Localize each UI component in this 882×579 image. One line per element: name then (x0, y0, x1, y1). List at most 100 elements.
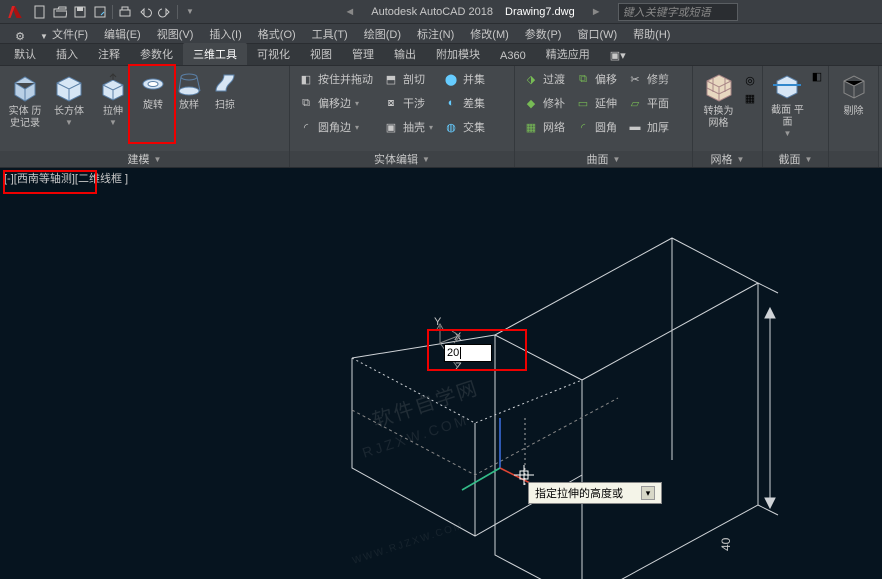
network-icon: ▦ (523, 119, 539, 135)
ribbon: 实体 历史记录 长方体 ▼ 拉伸 ▼ 旋转 放样 扫掠 (0, 66, 882, 168)
title-left-icon: ◄ (344, 6, 355, 18)
presspull-button[interactable]: ◧按住并拖动 (294, 68, 377, 90)
box-button[interactable]: 长方体 ▼ (48, 68, 90, 140)
mesh-smooth-icon[interactable]: ◎ (742, 72, 758, 88)
qat-dropdown-icon[interactable]: ▼ (180, 2, 200, 22)
extrude-button[interactable]: 拉伸 ▼ (92, 68, 134, 140)
intersect-button[interactable]: ◍交集 (439, 116, 489, 138)
surffillet-button[interactable]: ◜圆角 (571, 116, 621, 138)
gear-icon[interactable]: ⚙ (10, 26, 30, 46)
app-logo[interactable] (4, 1, 26, 23)
tab-default[interactable]: 默认 (4, 43, 46, 65)
revolve-icon (139, 70, 167, 98)
section-icon (770, 70, 804, 103)
blend-icon: ⬗ (523, 71, 539, 87)
filletedge-icon: ◜ (298, 119, 314, 135)
sweep-button[interactable]: 扫掠 (208, 68, 242, 140)
tab-3dtools[interactable]: 三维工具 (183, 43, 247, 65)
qat-saveas-icon[interactable] (90, 2, 110, 22)
shell-icon: ▣ (383, 119, 399, 135)
surfoffset-button[interactable]: ⧉偏移 (571, 68, 621, 90)
tab-insert[interactable]: 插入 (46, 43, 88, 65)
tooltip-options-icon[interactable]: ▾ (641, 486, 655, 500)
command-tooltip: 指定拉伸的高度或 ▾ (528, 482, 662, 504)
tab-manage[interactable]: 管理 (342, 43, 384, 65)
panel-surface-title[interactable]: 曲面 (587, 151, 609, 167)
solid-history-button[interactable]: 实体 历史记录 (4, 68, 46, 140)
section-plane-button[interactable]: 截面 平面 ▼ (767, 68, 808, 140)
menu-modify[interactable]: 修改(M) (462, 24, 517, 44)
menu-help[interactable]: 帮助(H) (625, 24, 678, 44)
tab-output[interactable]: 输出 (384, 43, 426, 65)
panel-solidedit-title[interactable]: 实体编辑 (374, 151, 418, 167)
thicken-button[interactable]: ▬加厚 (623, 116, 673, 138)
blend-button[interactable]: ⬗过渡 (519, 68, 569, 90)
tab-visualize[interactable]: 可视化 (247, 43, 300, 65)
interfere-icon: ⧇ (383, 95, 399, 111)
panel-model-title[interactable]: 建模 (128, 151, 150, 167)
slice-button[interactable]: ⬒剖切 (379, 68, 437, 90)
mesh-refine-icon[interactable]: ▦ (742, 90, 758, 106)
dimension-value: 40 (719, 538, 733, 551)
panel-section-title[interactable]: 截面 (779, 151, 801, 167)
title-right-icon: ► (591, 6, 602, 18)
qat-undo-icon[interactable] (135, 2, 155, 22)
tab-annotate[interactable]: 注释 (88, 43, 130, 65)
cull-icon (837, 70, 871, 104)
menu-window[interactable]: 窗口(W) (569, 24, 625, 44)
drawing-canvas[interactable]: [-][西南等轴测][二维线框 ] (0, 168, 882, 579)
shell-button[interactable]: ▣抽壳▾ (379, 116, 437, 138)
convert-mesh-button[interactable]: 转换为 网格 (697, 68, 740, 140)
qat-redo-icon[interactable] (155, 2, 175, 22)
menu-param[interactable]: 参数(P) (517, 24, 570, 44)
subtract-button[interactable]: ◐差集 (439, 92, 489, 114)
svg-text:Z: Z (455, 361, 462, 373)
cull-button[interactable]: 剔除 (833, 68, 874, 140)
menu-dim[interactable]: 标注(N) (409, 24, 462, 44)
dynamic-input[interactable]: 20 (444, 344, 492, 362)
surftrim-button[interactable]: ✂修剪 (623, 68, 673, 90)
surfextend-button[interactable]: ▭延伸 (571, 92, 621, 114)
offsetedge-button[interactable]: ⧉偏移边▾ (294, 92, 377, 114)
planar-icon: ▱ (627, 95, 643, 111)
qat-plot-icon[interactable] (115, 2, 135, 22)
patch-button[interactable]: ◆修补 (519, 92, 569, 114)
slice-icon: ⬒ (383, 71, 399, 87)
menu-insert[interactable]: 插入(I) (201, 24, 249, 44)
presspull-icon: ◧ (298, 71, 314, 87)
qat-open-icon[interactable] (50, 2, 70, 22)
tab-addins[interactable]: 附加模块 (426, 43, 490, 65)
mesh-icon (702, 70, 736, 104)
thicken-icon: ▬ (627, 119, 643, 135)
union-button[interactable]: ⬤并集 (439, 68, 489, 90)
offsetedge-icon: ⧉ (298, 95, 314, 111)
planar-button[interactable]: ▱平面 (623, 92, 673, 114)
tab-view[interactable]: 视图 (300, 43, 342, 65)
menu-view[interactable]: 视图(V) (149, 24, 202, 44)
gear-dropdown-icon[interactable]: ▼ (32, 30, 56, 43)
loft-button[interactable]: 放样 (172, 68, 206, 140)
panel-mesh-title[interactable]: 网格 (711, 151, 733, 167)
menu-tools[interactable]: 工具(T) (304, 24, 356, 44)
interfere-button[interactable]: ⧇干涉 (379, 92, 437, 114)
intersect-icon: ◍ (443, 119, 459, 135)
tab-featured[interactable]: 精选应用 (536, 43, 600, 65)
menu-format[interactable]: 格式(O) (250, 24, 304, 44)
box-icon (52, 70, 86, 104)
network-button[interactable]: ▦网络 (519, 116, 569, 138)
union-icon: ⬤ (443, 71, 459, 87)
filletedge-button[interactable]: ◜圆角边▾ (294, 116, 377, 138)
qat-save-icon[interactable] (70, 2, 90, 22)
tab-overflow-icon[interactable]: ▣▾ (600, 46, 636, 65)
patch-icon: ◆ (523, 95, 539, 111)
revolve-button[interactable]: 旋转 (136, 68, 170, 140)
section-settings-icon[interactable]: ◧ (810, 68, 824, 84)
qat-new-icon[interactable] (30, 2, 50, 22)
tab-a360[interactable]: A360 (490, 47, 536, 65)
menu-draw[interactable]: 绘图(D) (356, 24, 409, 44)
menu-edit[interactable]: 编辑(E) (96, 24, 149, 44)
menubar: ⚙ ▼ 文件(F) 编辑(E) 视图(V) 插入(I) 格式(O) 工具(T) … (0, 24, 882, 44)
search-input[interactable]: 键入关键字或短语 (618, 3, 738, 21)
tab-parametric[interactable]: 参数化 (130, 43, 183, 65)
subtract-icon: ◐ (443, 95, 459, 111)
